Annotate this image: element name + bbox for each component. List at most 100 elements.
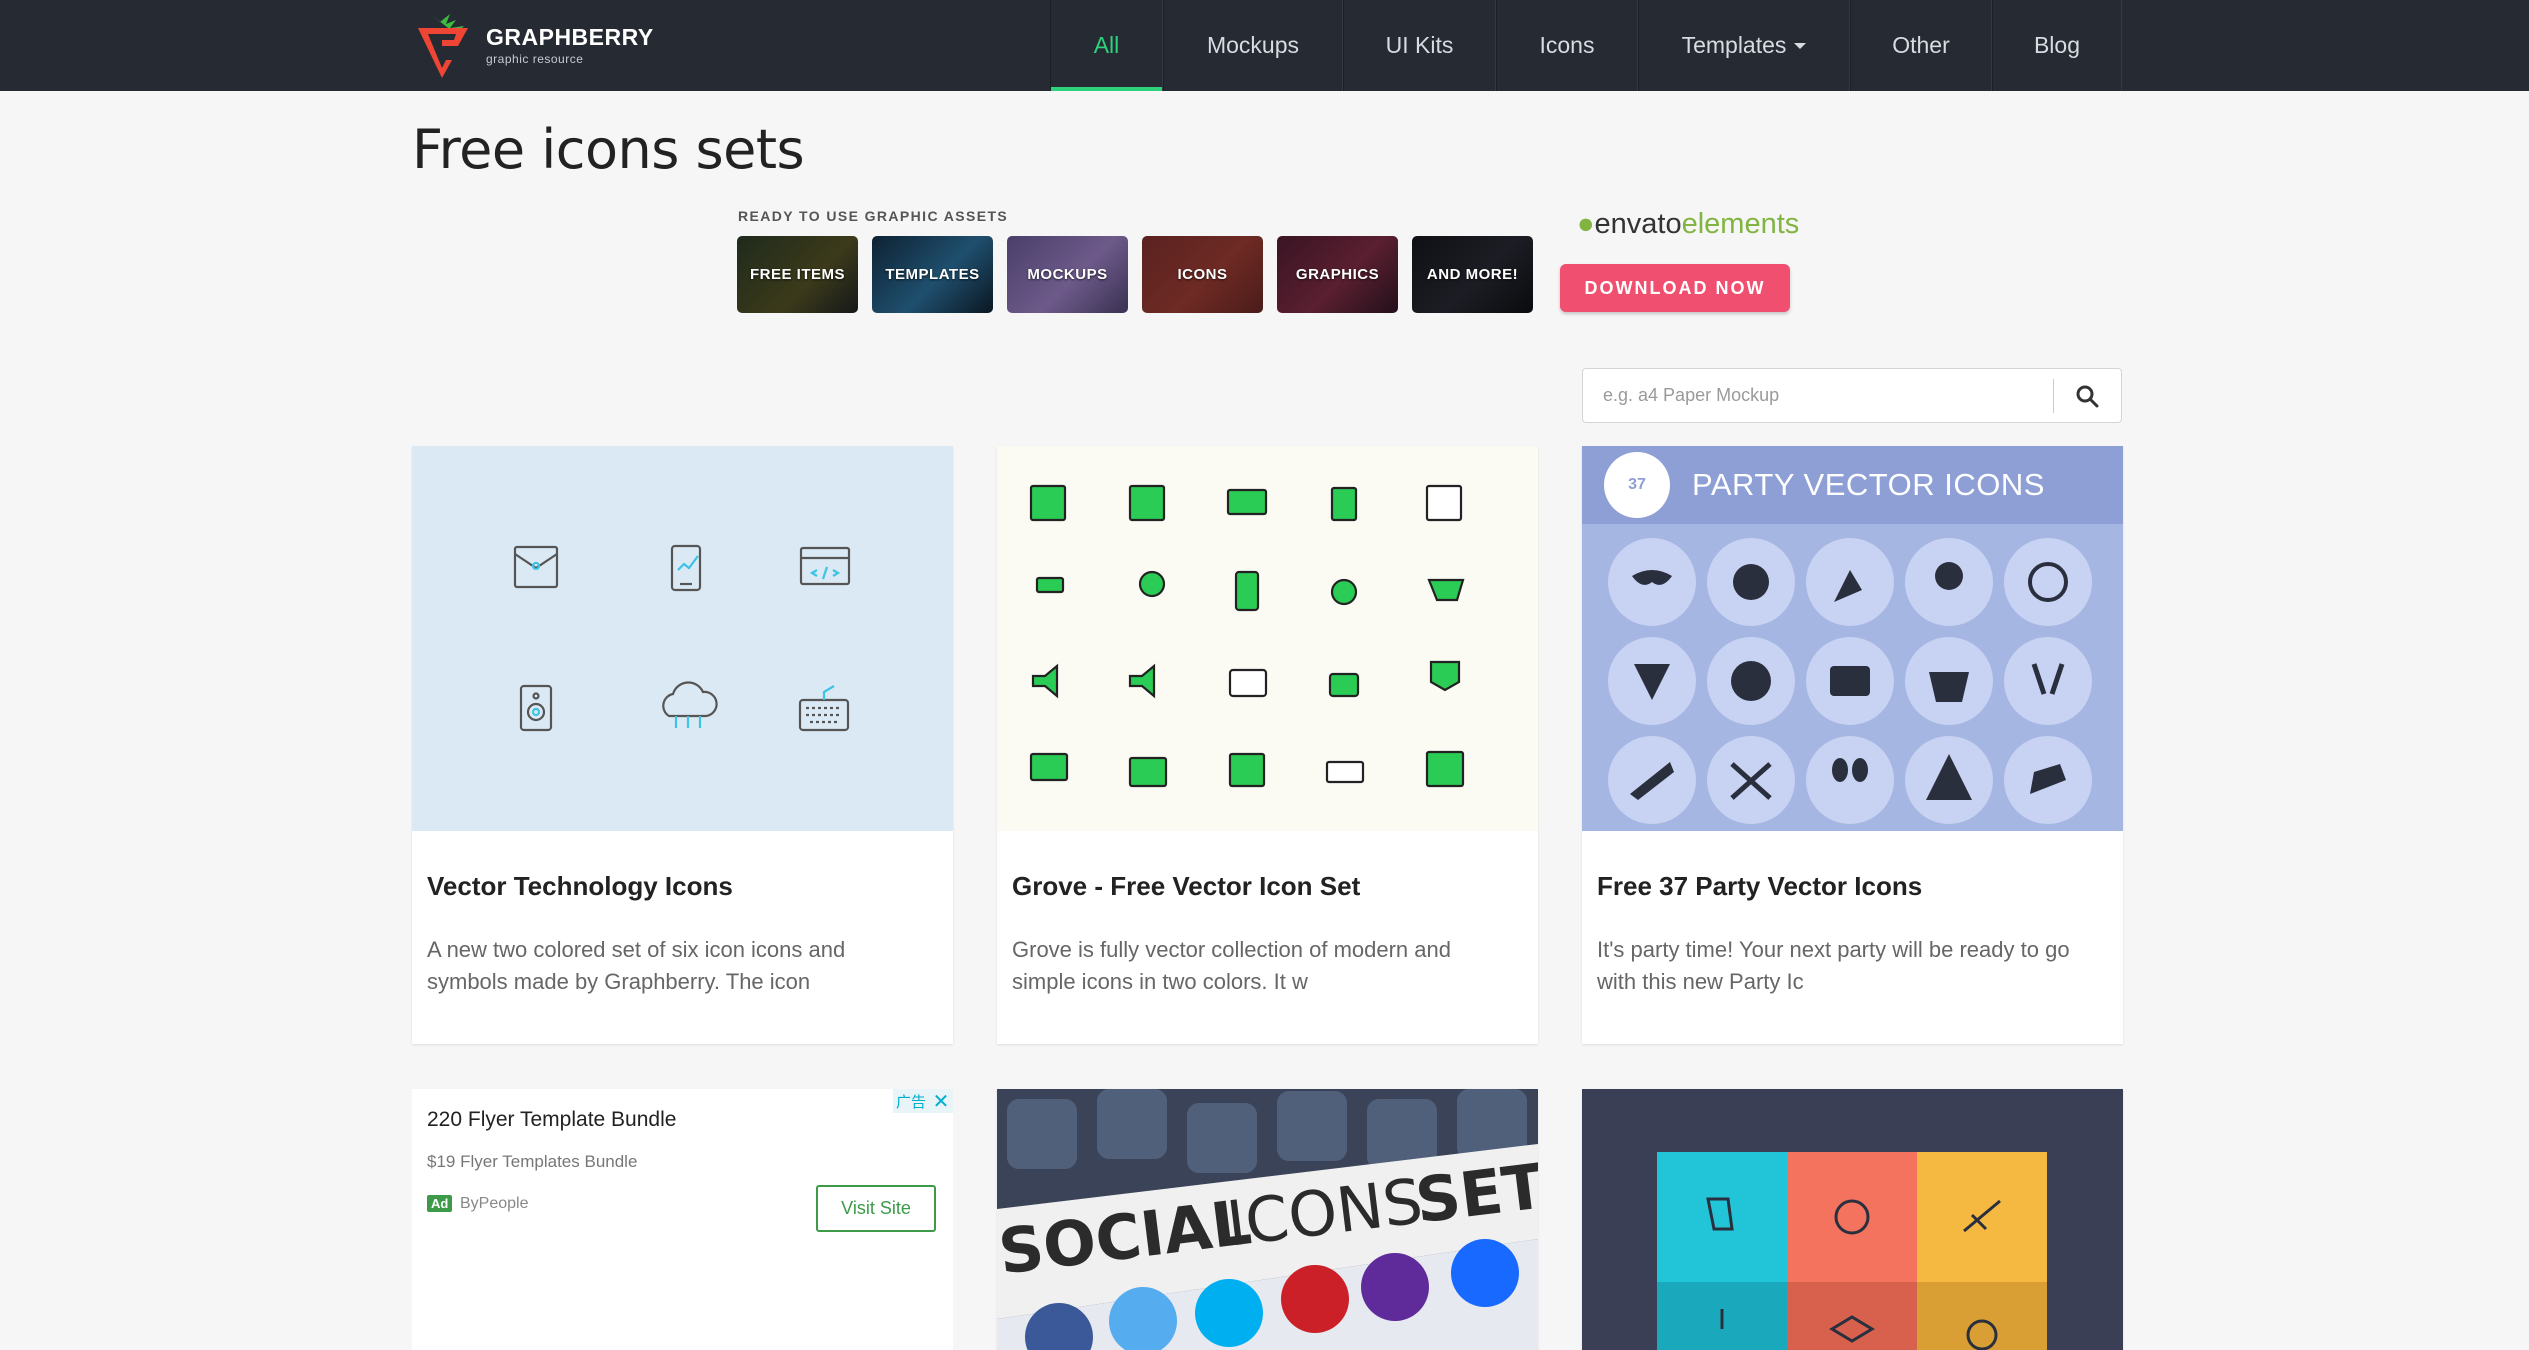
grove-chat-icon [1029,752,1069,782]
envato-brand-suffix: elements [1681,208,1800,240]
banner-tile-graphics[interactable]: GRAPHICS [1277,236,1398,313]
site-name: GRAPHBERRY [486,24,654,50]
ad-choices[interactable]: 广告 ✕ [893,1089,953,1113]
banner-label: READY TO USE GRAPHIC ASSETS [738,208,1009,224]
camera-icon [1830,666,1870,696]
card-title[interactable]: Free 37 Party Vector Icons [1597,871,1922,902]
grove-volume-icon [1128,663,1156,699]
card-thumbnail[interactable] [997,446,1538,831]
main-nav: All Mockups UI Kits Icons Templates Othe… [1050,0,2122,91]
ad-subtitle: $19 Flyer Templates Bundle [427,1152,638,1171]
nav-label: Icons [1539,32,1595,58]
banner-tile-mockups[interactable]: MOCKUPS [1007,236,1128,313]
grove-mute-icon [1031,663,1059,699]
envato-leaf-icon: ● [1577,208,1595,240]
tech-icons-preview [513,544,851,732]
search-icon [2076,385,2099,407]
grove-book-icon [1128,484,1166,522]
skype-icon [1195,1279,1263,1347]
maracas-icon [1832,758,1848,782]
grove-video-icon [1328,672,1360,698]
grove-icons-preview [1029,484,1465,788]
party-thumb-header: 37 PARTY VECTOR ICONS [1582,446,2123,524]
page-title: Free icons sets [412,118,805,181]
sparkle-icon [1731,661,1771,701]
banner-tile-free-items[interactable]: FREE ITEMS [737,236,858,313]
item-card-flat-icons[interactable] [1582,1089,2123,1350]
item-card-party-vector-icons[interactable]: 37 PARTY VECTOR ICONS Free 37 Party Vect… [1582,446,2123,1044]
grove-camera-icon [1228,668,1268,698]
nav-item-other[interactable]: Other [1850,0,1992,91]
grove-magnifier-icon [1138,570,1166,598]
keyboard-icon [798,685,850,732]
behance-icon [1451,1239,1519,1307]
social-word-3: SET [1411,1149,1538,1237]
social-icons-preview: SOCIAL ICONS SET [997,1089,1538,1350]
pinterest-icon [1281,1265,1349,1333]
item-card-grove-icon-set[interactable]: Grove - Free Vector Icon Set Grove is fu… [997,446,1538,1044]
nav-item-all[interactable]: All [1050,0,1163,91]
nav-label: Blog [2033,32,2081,58]
nav-label: Other [1892,32,1950,58]
party-badge-number: 37 [1628,476,1646,493]
nav-item-blog[interactable]: Blog [1992,0,2122,91]
close-icon[interactable]: ✕ [929,1089,953,1113]
grove-printer-icon [1325,760,1365,784]
search-button[interactable] [2054,369,2120,422]
card-thumbnail[interactable] [412,446,953,831]
search-input[interactable] [1583,369,2053,422]
firework-icon [1935,562,1963,590]
mobile-chart-icon [670,544,702,592]
grove-browser-icon [1425,750,1465,788]
card-description: A new two colored set of six icon icons … [427,937,846,994]
party-thumb-heading: PARTY VECTOR ICONS [1692,467,2045,502]
search-box [1582,368,2122,423]
ad-badge: Ad [427,1195,453,1212]
envato-elements-logo[interactable]: ●envatoelements [1577,208,1799,241]
nav-item-icons[interactable]: Icons [1496,0,1638,91]
nav-item-templates[interactable]: Templates [1638,0,1850,91]
browser-code-icon [799,546,851,586]
grove-monitor-icon [1226,488,1268,516]
card-title[interactable]: Vector Technology Icons [427,871,733,902]
disco-icon [1733,564,1769,600]
download-now-button[interactable]: DOWNLOAD NOW [1560,264,1790,312]
nav-label: UI Kits [1385,32,1454,58]
banner-tiles: FREE ITEMS TEMPLATES MOCKUPS ICONS GRAPH… [737,236,1533,313]
nav-item-ui-kits[interactable]: UI Kits [1343,0,1496,91]
yahoo-icon [1361,1253,1429,1321]
grove-list-icon [1029,484,1067,522]
banner-tile-and-more[interactable]: AND MORE! [1412,236,1533,313]
card-title[interactable]: Grove - Free Vector Icon Set [1012,871,1360,902]
grove-image-icon [1425,484,1463,522]
grove-briefcase-icon [1128,756,1168,788]
speaker-icon [519,684,553,732]
envelope-icon [513,545,559,589]
site-logo[interactable]: GRAPHBERRY graphic resource [412,12,654,78]
grove-trash-icon [1330,486,1358,522]
nav-item-mockups[interactable]: Mockups [1163,0,1343,91]
visit-site-button[interactable]: Visit Site [816,1185,936,1232]
grove-roller-icon [1035,576,1065,594]
ad-card[interactable]: 广告 ✕ 220 Flyer Template Bundle $19 Flyer… [412,1089,953,1350]
party-icons-grid [1608,538,2092,824]
item-card-vector-technology-icons[interactable]: Vector Technology Icons A new two colore… [412,446,953,1044]
nav-label: Mockups [1206,32,1300,58]
envato-brand: envato [1594,208,1682,240]
card-thumbnail[interactable]: 37 PARTY VECTOR ICONS [1582,446,2123,831]
item-card-social-icons-set[interactable]: SOCIAL ICONS SET [997,1089,1538,1350]
nav-label: All [1093,32,1120,58]
banner-tile-templates[interactable]: TEMPLATES [872,236,993,313]
ad-title[interactable]: 220 Flyer Template Bundle [427,1108,676,1132]
grove-calendar-icon [1228,752,1266,788]
cloud-network-icon [662,681,718,728]
banner-tile-icons[interactable]: ICONS [1142,236,1263,313]
card-description: Grove is fully vector collection of mode… [1012,937,1451,994]
graphberry-logo-icon [418,14,468,78]
flat-icons-preview [1657,1152,2047,1350]
champagne-bucket-icon [1929,672,1969,702]
ad-advertiser: ByPeople [460,1195,529,1212]
card-description: It's party time! Your next party will be… [1597,937,2070,994]
grove-cart-icon [1427,578,1465,602]
chevron-down-icon [1794,42,1807,49]
